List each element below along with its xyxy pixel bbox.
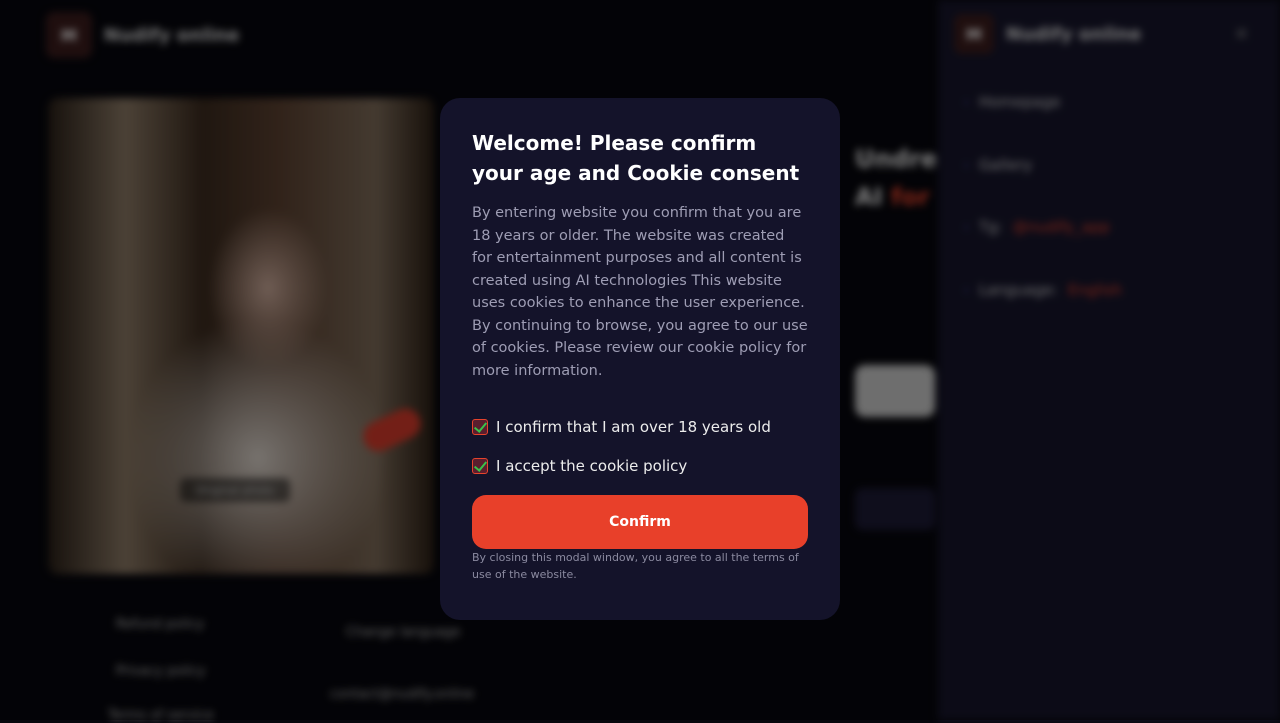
cookie-consent-row[interactable]: I accept the cookie policy (472, 457, 687, 475)
age-checkbox-label[interactable]: I confirm that I am over 18 years old (496, 418, 771, 436)
cookie-checkbox[interactable] (472, 458, 488, 474)
consent-modal: Welcome! Please confirm your age and Coo… (440, 98, 840, 620)
modal-body: By entering website you confirm that you… (472, 205, 808, 379)
age-checkbox[interactable] (472, 419, 488, 435)
age-confirm-row[interactable]: I confirm that I am over 18 years old (472, 418, 771, 436)
cookie-checkbox-label[interactable]: I accept the cookie policy (496, 457, 687, 475)
modal-title: Welcome! Please confirm your age and Coo… (472, 131, 800, 185)
modal-disclaimer: By closing this modal window, you agree … (472, 551, 799, 581)
confirm-button[interactable]: Confirm (472, 495, 808, 549)
